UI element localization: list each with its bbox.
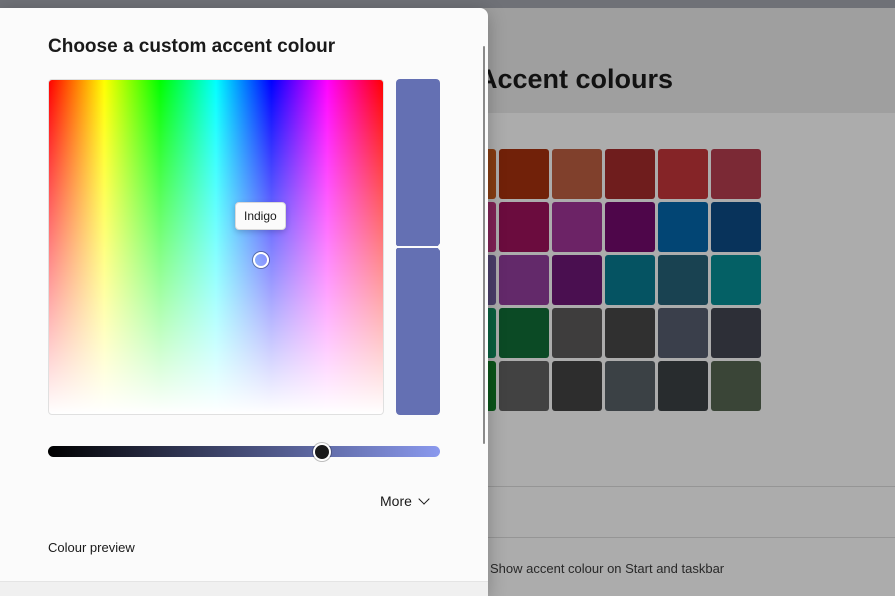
colour-name-tooltip: Indigo — [235, 202, 286, 230]
colour-picker-handle[interactable] — [253, 252, 269, 268]
dialog-title: Choose a custom accent colour — [48, 36, 336, 57]
more-button[interactable]: More — [380, 490, 430, 512]
colour-spectrum[interactable] — [48, 79, 384, 415]
custom-accent-dialog: Choose a custom accent colour Indigo Mor… — [0, 8, 488, 596]
brightness-slider-thumb[interactable] — [313, 443, 332, 461]
preview-notch-right — [437, 242, 441, 252]
chevron-down-icon — [418, 493, 430, 505]
dialog-footer — [0, 581, 488, 596]
colour-preview-label: Colour preview — [48, 540, 135, 555]
current-colour-preview — [396, 248, 440, 415]
brightness-slider[interactable] — [48, 446, 440, 457]
preview-notch-left — [394, 242, 398, 252]
more-button-label: More — [380, 493, 412, 509]
dialog-scrollbar[interactable] — [483, 46, 485, 444]
new-colour-preview — [396, 79, 440, 246]
